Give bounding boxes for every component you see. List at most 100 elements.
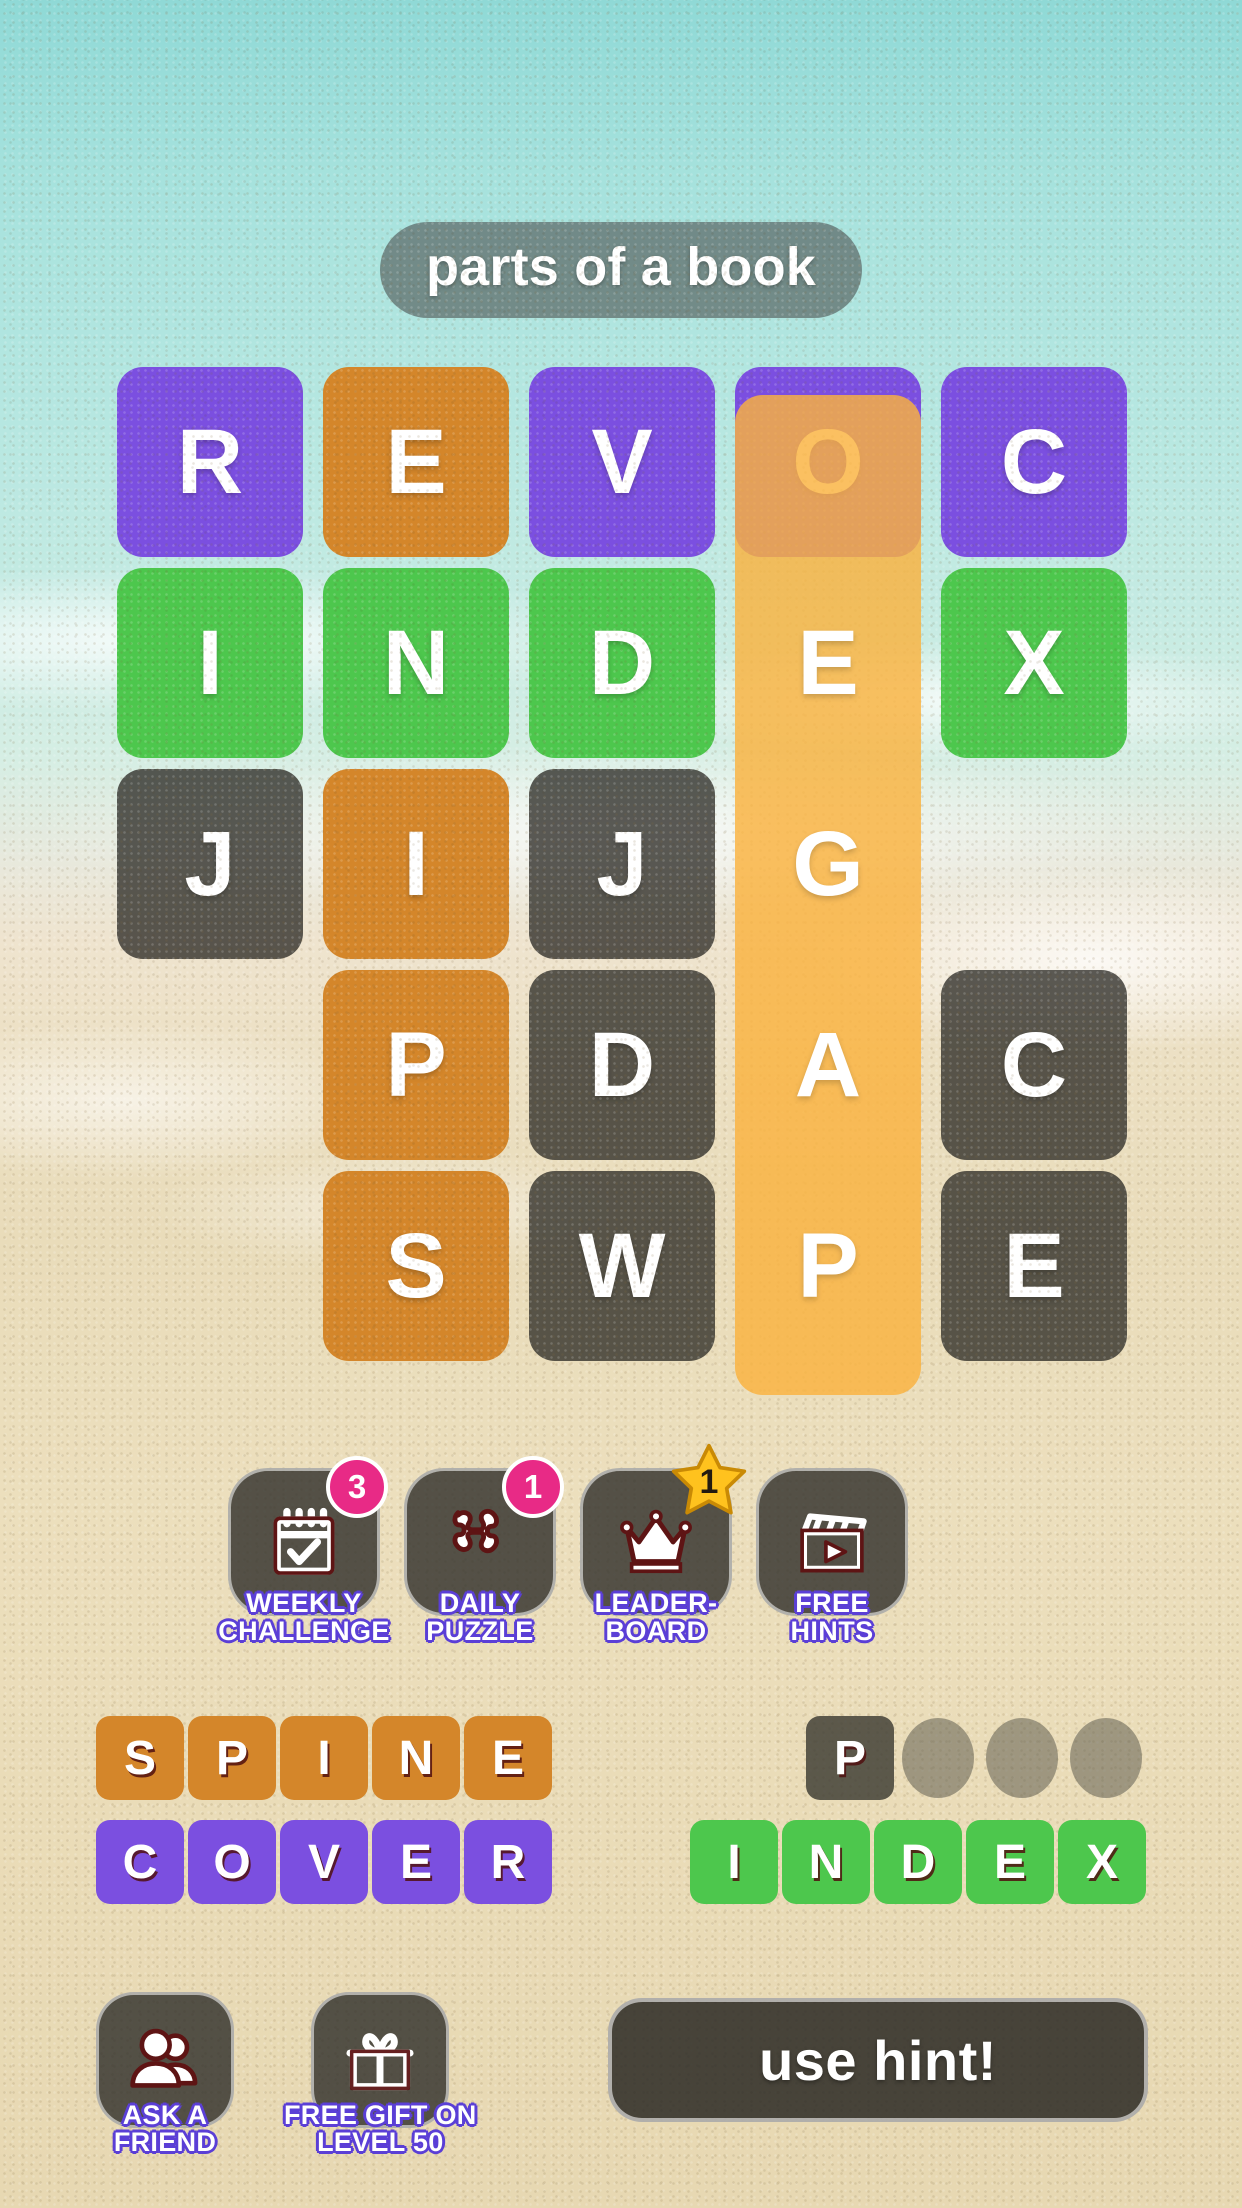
answer-word-index: INDEX [690,1820,1146,1904]
grid-cell-letter: D [588,1013,656,1116]
grid-cell-letter: O [792,410,864,513]
answer-letter-tile: I [280,1716,368,1800]
answer-letter-tile: P [806,1716,894,1800]
letter-grid: REVOCINDXJIJPDCSWE [117,367,1127,1367]
answer-letter-tile: V [280,1820,368,1904]
answer-word-cover: COVER [96,1820,552,1904]
answer-letter-tile: P [188,1716,276,1800]
leaderboard-label-line1: LEADER- [594,1588,718,1618]
grid-cell-r4c3[interactable]: D [529,970,715,1160]
feature-button-row: 3 WEEKLY CHALLENGE 1 DAILY PUZZLE 1 LEADER- BOAR… [218,1443,908,1646]
clapperboard-icon [793,1503,871,1581]
answer-letter-tile: R [464,1820,552,1904]
grid-cell-r1c4[interactable]: O [735,367,921,557]
grid-cell-letter: S [385,1214,447,1317]
grid-cell-r2c4[interactable] [735,568,921,758]
grid-cell-r5c5[interactable]: E [941,1171,1127,1361]
ask-a-friend-label: ASK A FRIEND [114,2102,216,2156]
answer-letter-tile: O [188,1820,276,1904]
grid-cell-r4c5[interactable]: C [941,970,1127,1160]
free-hints-label-line2: HINTS [790,1615,874,1646]
puzzle-piece-icon [441,1503,519,1581]
grid-cell-letter: C [1000,1013,1068,1116]
leaderboard-label: LEADER- BOARD [594,1588,718,1646]
grid-cell-letter: W [578,1214,666,1317]
answer-blank-slot [986,1718,1058,1798]
grid-cell-r1c3[interactable]: V [529,367,715,557]
answer-letter-tile: E [966,1820,1054,1904]
grid-cell-r3c3[interactable]: J [529,769,715,959]
clue-banner: parts of a book [379,222,863,318]
weekly-challenge-label-line1: WEEKLY [246,1588,362,1618]
grid-cell-letter: P [385,1013,447,1116]
grid-cell-letter: E [1003,1214,1065,1317]
answer-row: COVERINDEX [0,1810,1242,1914]
weekly-challenge-button[interactable]: 3 WEEKLY CHALLENGE [218,1456,389,1645]
leaderboard-star-count: 1 [699,1462,719,1501]
grid-cell-r3c4[interactable] [735,769,921,959]
answer-words: SPINEPCOVERINDEX [0,1706,1242,1914]
grid-cell-letter: R [176,410,244,513]
free-gift-button[interactable]: FREE GIFT ON LEVEL 50 [284,1992,477,2156]
weekly-challenge-badge: 3 [326,1456,388,1518]
people-icon [128,2023,202,2097]
ask-a-friend-label-line1: ASK A [122,2100,208,2130]
grid-cell-letter: I [403,812,429,915]
answer-blank-slot [902,1718,974,1798]
grid-cell-r3c5 [941,769,1127,959]
weekly-challenge-label-line2: CHALLENGE [218,1615,390,1646]
answer-letter-tile: C [96,1820,184,1904]
answer-letter-tile: E [372,1820,460,1904]
daily-puzzle-button[interactable]: 1 DAILY PUZZLE [404,1456,564,1646]
grid-cell-r3c1[interactable]: J [117,769,303,959]
daily-puzzle-badge: 1 [502,1456,564,1518]
leaderboard-button[interactable]: 1 LEADER- BOARD [580,1443,747,1646]
grid-cell-r3c2[interactable]: I [323,769,509,959]
grid-cell-r5c1 [117,1171,303,1361]
leaderboard-star-badge: 1 [670,1442,748,1520]
grid-cell-letter: V [591,410,653,513]
grid-cell-r1c1[interactable]: R [117,367,303,557]
grid-cell-r4c4[interactable] [735,970,921,1160]
ask-a-friend-button[interactable]: ASK A FRIEND [96,1992,234,2156]
answer-row: SPINEP [0,1706,1242,1810]
answer-letter-tile: I [690,1820,778,1904]
calendar-check-icon [265,1503,343,1581]
weekly-challenge-label: WEEKLY CHALLENGE [218,1588,390,1646]
grid-cell-letter: J [596,812,648,915]
answer-word-p: P [806,1716,1146,1800]
grid-cell-r5c3[interactable]: W [529,1171,715,1361]
grid-cell-r1c2[interactable]: E [323,367,509,557]
free-hints-button[interactable]: FREE HINTS [756,1468,908,1645]
grid-cell-r2c3[interactable]: D [529,568,715,758]
grid-cell-r4c2[interactable]: P [323,970,509,1160]
grid-cell-r2c5[interactable]: X [941,568,1127,758]
grid-cell-r1c5[interactable]: C [941,367,1127,557]
gift-icon [343,2023,417,2097]
free-gift-label-line1: FREE GIFT ON [284,2100,477,2130]
answer-letter-tile: X [1058,1820,1146,1904]
grid-cell-r5c2[interactable]: S [323,1171,509,1361]
answer-blank-slot [1070,1718,1142,1798]
answer-letter-tile: S [96,1716,184,1800]
daily-puzzle-label: DAILY PUZZLE [426,1588,534,1646]
grid-cell-letter: J [184,812,236,915]
answer-letter-tile: D [874,1820,962,1904]
use-hint-button[interactable]: use hint! [608,1998,1148,2122]
ask-a-friend-label-line2: FRIEND [113,2127,217,2157]
daily-puzzle-label-line1: DAILY [439,1588,521,1618]
free-gift-label: FREE GIFT ON LEVEL 50 [284,2102,477,2156]
grid-cell-r2c1[interactable]: I [117,568,303,758]
daily-puzzle-label-line2: PUZZLE [426,1615,534,1646]
free-hints-label: FREE HINTS [790,1589,874,1646]
grid-cell-r4c1 [117,970,303,1160]
grid-cell-letter: X [1003,611,1065,714]
answer-word-spine: SPINE [96,1716,552,1800]
grid-cell-r2c2[interactable]: N [323,568,509,758]
answer-letter-tile: N [782,1820,870,1904]
grid-cell-r5c4[interactable] [735,1171,921,1361]
free-gift-label-line2: LEVEL 50 [317,2127,444,2157]
grid-cell-letter: I [197,611,223,714]
leaderboard-label-line2: BOARD [605,1615,707,1646]
grid-cell-letter: D [588,611,656,714]
